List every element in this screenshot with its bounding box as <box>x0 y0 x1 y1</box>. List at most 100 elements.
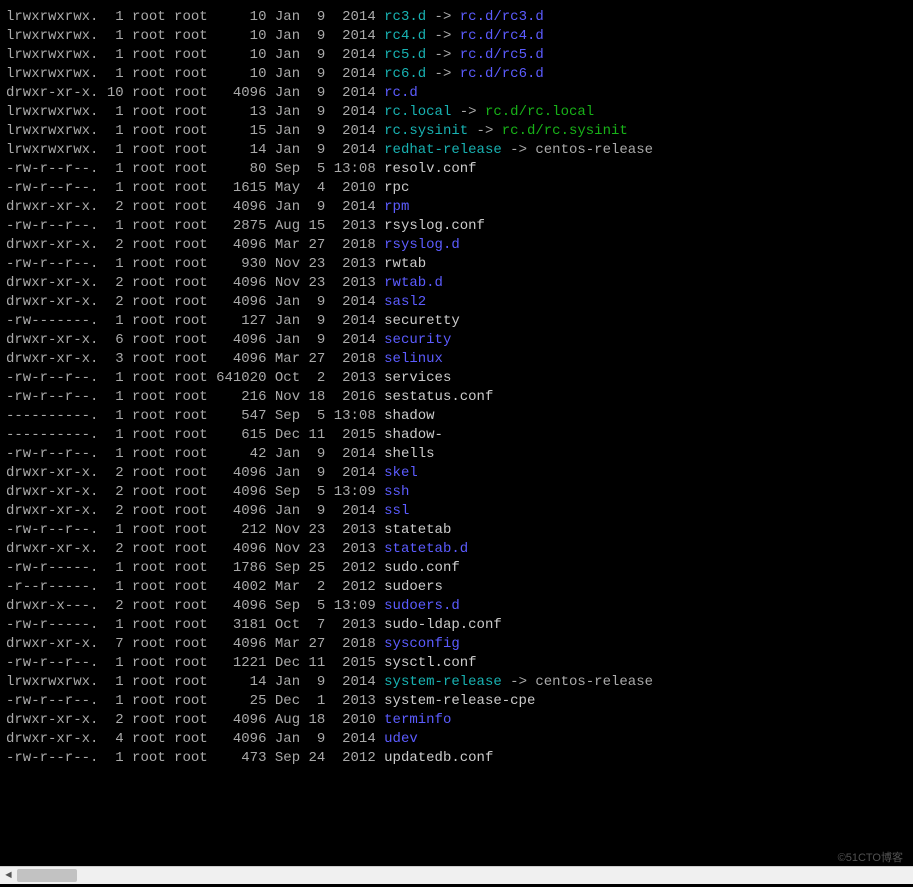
file-name: redhat-release <box>376 142 502 158</box>
file-entry: lrwxrwxrwx. 1 root root 15 Jan 9 2014 rc… <box>6 122 907 141</box>
size: 42 <box>208 446 267 462</box>
day: 23 <box>300 256 325 272</box>
link-count: 7 <box>98 636 123 652</box>
owner: root <box>124 636 166 652</box>
day: 5 <box>300 598 325 614</box>
file-name: rwtab.d <box>376 275 443 291</box>
time: 2016 <box>325 389 375 405</box>
size: 4096 <box>208 332 267 348</box>
size: 4096 <box>208 275 267 291</box>
month: Dec <box>266 427 300 443</box>
group: root <box>166 541 208 557</box>
link-count: 1 <box>98 693 123 709</box>
day: 4 <box>300 180 325 196</box>
horizontal-scrollbar[interactable]: ◄ <box>0 866 913 884</box>
scrollbar-thumb[interactable] <box>17 869 77 882</box>
group: root <box>166 617 208 633</box>
day: 1 <box>300 693 325 709</box>
month: Jan <box>266 446 300 462</box>
symlink-arrow-icon: -> <box>426 28 460 44</box>
file-entry: drwxr-x---. 2 root root 4096 Sep 5 13:09… <box>6 597 907 616</box>
size: 4096 <box>208 465 267 481</box>
link-count: 1 <box>98 180 123 196</box>
size: 4096 <box>208 731 267 747</box>
permissions: drwxr-xr-x. <box>6 237 98 253</box>
owner: root <box>124 85 166 101</box>
file-entry: drwxr-xr-x. 2 root root 4096 Nov 23 2013… <box>6 274 907 293</box>
group: root <box>166 370 208 386</box>
month: Jan <box>266 503 300 519</box>
size: 127 <box>208 313 267 329</box>
file-name: updatedb.conf <box>376 750 494 766</box>
day: 5 <box>300 408 325 424</box>
group: root <box>166 693 208 709</box>
time: 2014 <box>325 503 375 519</box>
owner: root <box>124 199 166 215</box>
group: root <box>166 123 208 139</box>
owner: root <box>124 370 166 386</box>
owner: root <box>124 522 166 538</box>
file-entry: -rw-r--r--. 1 root root 216 Nov 18 2016 … <box>6 388 907 407</box>
link-count: 1 <box>98 104 123 120</box>
owner: root <box>124 465 166 481</box>
day: 9 <box>300 9 325 25</box>
file-name: sysctl.conf <box>376 655 477 671</box>
file-name: udev <box>376 731 418 747</box>
file-entry: lrwxrwxrwx. 1 root root 10 Jan 9 2014 rc… <box>6 27 907 46</box>
owner: root <box>124 294 166 310</box>
group: root <box>166 161 208 177</box>
day: 9 <box>300 123 325 139</box>
file-name: rwtab <box>376 256 426 272</box>
size: 4096 <box>208 237 267 253</box>
month: Nov <box>266 522 300 538</box>
size: 25 <box>208 693 267 709</box>
file-name: ssh <box>376 484 410 500</box>
file-name: sysconfig <box>376 636 460 652</box>
link-count: 1 <box>98 47 123 63</box>
file-entry: drwxr-xr-x. 6 root root 4096 Jan 9 2014 … <box>6 331 907 350</box>
symlink-target: rc.d/rc4.d <box>460 28 544 44</box>
time: 2014 <box>325 9 375 25</box>
file-name: rc.d <box>376 85 418 101</box>
time: 2014 <box>325 332 375 348</box>
file-entry: drwxr-xr-x. 10 root root 4096 Jan 9 2014… <box>6 84 907 103</box>
link-count: 6 <box>98 332 123 348</box>
watermark-text: ©51CTO博客 <box>838 849 903 865</box>
owner: root <box>124 655 166 671</box>
time: 2015 <box>325 655 375 671</box>
month: Mar <box>266 237 300 253</box>
group: root <box>166 256 208 272</box>
file-name: sudo-ldap.conf <box>376 617 502 633</box>
group: root <box>166 275 208 291</box>
link-count: 1 <box>98 579 123 595</box>
time: 2013 <box>325 218 375 234</box>
time: 2014 <box>325 28 375 44</box>
day: 7 <box>300 617 325 633</box>
day: 27 <box>300 636 325 652</box>
scroll-left-arrow-icon[interactable]: ◄ <box>0 867 17 884</box>
file-name: sudoers <box>376 579 443 595</box>
owner: root <box>124 256 166 272</box>
owner: root <box>124 66 166 82</box>
owner: root <box>124 161 166 177</box>
size: 4096 <box>208 199 267 215</box>
month: Sep <box>266 408 300 424</box>
owner: root <box>124 218 166 234</box>
link-count: 1 <box>98 674 123 690</box>
group: root <box>166 313 208 329</box>
link-count: 1 <box>98 123 123 139</box>
time: 2013 <box>325 617 375 633</box>
month: Aug <box>266 218 300 234</box>
permissions: lrwxrwxrwx. <box>6 28 98 44</box>
size: 547 <box>208 408 267 424</box>
owner: root <box>124 750 166 766</box>
terminal-output: lrwxrwxrwx. 1 root root 10 Jan 9 2014 rc… <box>0 0 913 866</box>
permissions: -rw-r-----. <box>6 560 98 576</box>
day: 2 <box>300 579 325 595</box>
time: 2013 <box>325 522 375 538</box>
file-name: rpc <box>376 180 410 196</box>
month: Jan <box>266 332 300 348</box>
size: 4096 <box>208 294 267 310</box>
symlink-arrow-icon: -> <box>451 104 485 120</box>
group: root <box>166 560 208 576</box>
